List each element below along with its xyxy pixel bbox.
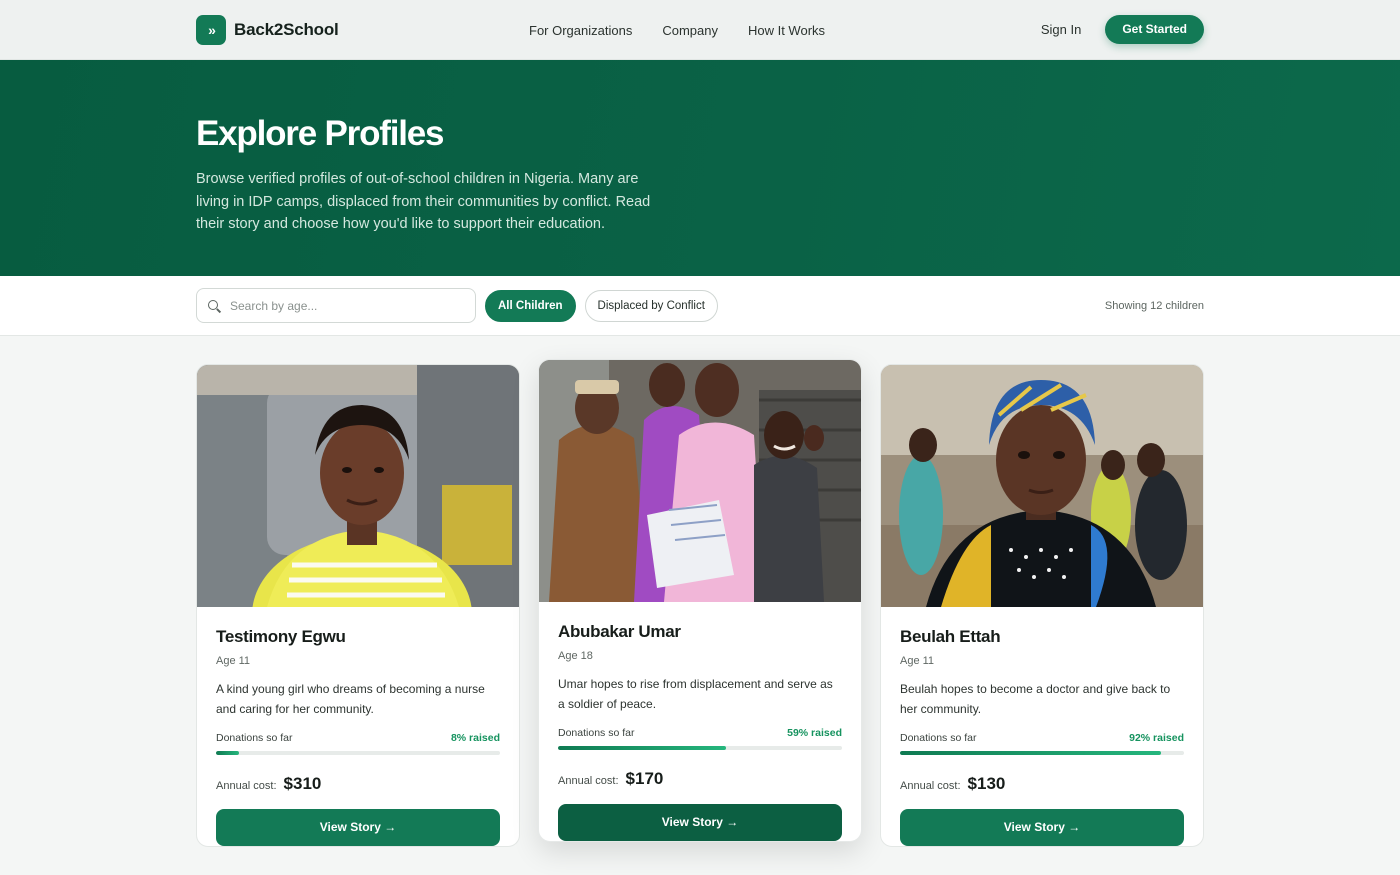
child-name: Testimony Egwu bbox=[216, 627, 346, 646]
card-body: Beulah Ettah Age 11 Beulah hopes to beco… bbox=[881, 607, 1203, 846]
child-description: A kind young girl who dreams of becoming… bbox=[216, 682, 485, 716]
brand[interactable]: » Back2School bbox=[196, 14, 339, 45]
filter-chip-displaced-by-conflict[interactable]: Displaced by Conflict bbox=[584, 289, 718, 322]
progress-track bbox=[900, 751, 1184, 755]
donation-row: Donations so far 59% raised bbox=[558, 727, 842, 739]
child-photo-image bbox=[197, 365, 519, 607]
profile-card: Beulah Ettah Age 11 Beulah hopes to beco… bbox=[880, 364, 1204, 847]
page-title: Explore Profiles bbox=[196, 114, 444, 153]
profile-grid: Testimony Egwu Age 11 A kind young girl … bbox=[0, 336, 1400, 875]
donations-label: Donations so far bbox=[558, 727, 635, 739]
annual-cost-value: $130 bbox=[967, 774, 1006, 793]
child-description: Beulah hopes to become a doctor and give… bbox=[900, 682, 1171, 716]
search-input[interactable] bbox=[230, 298, 465, 313]
annual-cost-label: Annual cost: bbox=[900, 780, 961, 792]
nav-links: For Organizations Company How It Works bbox=[529, 0, 825, 60]
cost-row: Annual cost: $130 bbox=[900, 774, 1184, 794]
progress-track bbox=[558, 746, 842, 750]
filter-chip-all-children[interactable]: All Children bbox=[485, 289, 576, 322]
donations-label: Donations so far bbox=[900, 732, 977, 744]
child-age: Age 11 bbox=[216, 655, 251, 667]
view-story-button[interactable]: View Story → bbox=[900, 809, 1184, 846]
sign-in-link[interactable]: Sign In bbox=[1041, 22, 1081, 37]
profile-photo[interactable] bbox=[881, 365, 1203, 607]
donations-label: Donations so far bbox=[216, 732, 293, 744]
child-age: Age 11 bbox=[900, 655, 935, 667]
profile-photo[interactable] bbox=[197, 365, 519, 607]
cost-row: Annual cost: $170 bbox=[558, 769, 842, 789]
search-box[interactable] bbox=[196, 288, 476, 323]
double-chevron-right-icon: » bbox=[196, 14, 226, 45]
filter-bar: All Children Displaced by Conflict Showi… bbox=[0, 276, 1400, 336]
raised-percent: 8% raised bbox=[450, 732, 500, 744]
results-count: Showing 12 children bbox=[1104, 299, 1204, 312]
hero-banner: Explore Profiles Browse verified profile… bbox=[0, 60, 1400, 276]
nav-link-company[interactable]: Company bbox=[662, 23, 718, 38]
annual-cost-label: Annual cost: bbox=[558, 775, 619, 787]
cost-row: Annual cost: $310 bbox=[216, 774, 500, 794]
child-photo-image bbox=[881, 365, 1203, 607]
child-photo-image bbox=[539, 360, 861, 602]
profile-photo[interactable] bbox=[539, 360, 861, 602]
child-description: Umar hopes to rise from displacement and… bbox=[558, 677, 833, 711]
search-icon bbox=[207, 299, 221, 313]
annual-cost-value: $310 bbox=[283, 774, 322, 793]
progress-track bbox=[216, 751, 500, 755]
top-navbar: » Back2School For Organizations Company … bbox=[0, 0, 1400, 60]
child-name: Beulah Ettah bbox=[900, 627, 1001, 646]
progress-fill bbox=[558, 746, 726, 750]
child-age: Age 18 bbox=[558, 650, 593, 662]
annual-cost-label: Annual cost: bbox=[216, 780, 277, 792]
view-story-button[interactable]: View Story → bbox=[558, 804, 842, 841]
hero-description: Browse verified profiles of out-of-schoo… bbox=[196, 171, 651, 232]
progress-fill bbox=[216, 751, 239, 755]
donation-row: Donations so far 92% raised bbox=[900, 732, 1184, 744]
donation-row: Donations so far 8% raised bbox=[216, 732, 500, 744]
raised-percent: 59% raised bbox=[787, 727, 842, 739]
profile-card: Testimony Egwu Age 11 A kind young girl … bbox=[196, 364, 520, 847]
nav-actions: Sign In Get Started bbox=[1041, 15, 1204, 44]
view-story-button[interactable]: View Story → bbox=[216, 809, 500, 846]
child-name: Abubakar Umar bbox=[558, 622, 681, 641]
raised-percent: 92% raised bbox=[1129, 732, 1184, 744]
card-body: Testimony Egwu Age 11 A kind young girl … bbox=[197, 607, 519, 846]
nav-link-for-organizations[interactable]: For Organizations bbox=[529, 23, 632, 38]
brand-name: Back2School bbox=[234, 19, 339, 39]
annual-cost-value: $170 bbox=[625, 769, 664, 788]
card-body: Abubakar Umar Age 18 Umar hopes to rise … bbox=[539, 602, 861, 841]
profile-card: Abubakar Umar Age 18 Umar hopes to rise … bbox=[538, 359, 862, 842]
nav-link-how-it-works[interactable]: How It Works bbox=[748, 23, 825, 38]
progress-fill bbox=[900, 751, 1162, 755]
get-started-button[interactable]: Get Started bbox=[1105, 15, 1204, 44]
